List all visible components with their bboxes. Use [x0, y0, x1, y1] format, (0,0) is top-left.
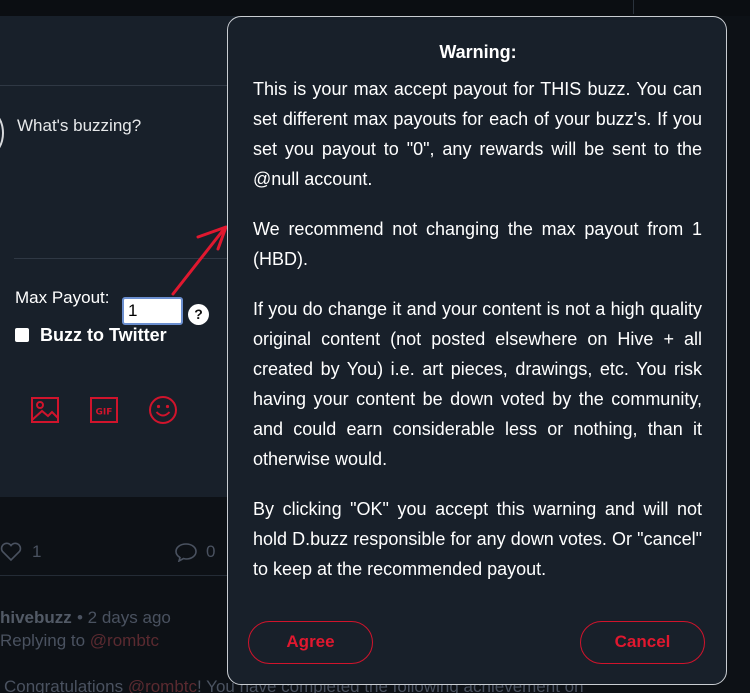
help-icon[interactable]: ? — [188, 304, 209, 325]
modal-paragraph: If you do change it and your content is … — [253, 299, 702, 469]
gif-icon-text: GIF — [96, 408, 113, 418]
comment-icon[interactable] — [174, 542, 198, 562]
heart-icon[interactable] — [0, 542, 22, 562]
replying-prefix: Replying to — [0, 631, 90, 650]
modal-paragraph: This is your max accept payout for THIS … — [253, 79, 702, 189]
comment-count: 0 — [206, 542, 216, 561]
modal-body: This is your max accept payout for THIS … — [253, 74, 702, 604]
buzz-to-twitter-label: Buzz to Twitter — [40, 325, 167, 345]
gif-icon[interactable]: GIF — [88, 394, 120, 426]
top-strip — [0, 0, 750, 16]
buzz-to-twitter-checkbox[interactable] — [15, 328, 29, 342]
modal-paragraph: By clicking "OK" you accept this warning… — [253, 499, 702, 579]
modal-title: Warning: — [439, 42, 517, 62]
post-author[interactable]: hivebuzz — [0, 608, 72, 628]
cancel-button[interactable]: Cancel — [580, 621, 705, 664]
post-body-user-link[interactable]: @rombtc — [128, 677, 197, 693]
post-time: • 2 days ago — [77, 608, 171, 627]
agree-button[interactable]: Agree — [248, 621, 373, 664]
warning-modal: Warning: This is your max accept payout … — [227, 16, 727, 685]
max-payout-label: Max Payout: — [15, 288, 110, 307]
emoji-icon[interactable] — [147, 394, 179, 426]
column-divider — [633, 0, 634, 14]
avatar[interactable] — [0, 112, 4, 154]
buzz-textarea-placeholder[interactable]: What's buzzing? — [17, 116, 141, 136]
replying-user-link[interactable]: @rombtc — [90, 631, 159, 650]
modal-paragraph: We recommend not changing the max payout… — [253, 219, 702, 269]
image-icon[interactable] — [29, 394, 61, 426]
like-count: 1 — [32, 542, 42, 561]
replying-to: Replying to @rombtc — [0, 631, 159, 651]
annotation-arrow — [171, 225, 228, 296]
post-body-prefix: Congratulations — [4, 677, 128, 693]
max-payout-input[interactable] — [122, 297, 183, 325]
